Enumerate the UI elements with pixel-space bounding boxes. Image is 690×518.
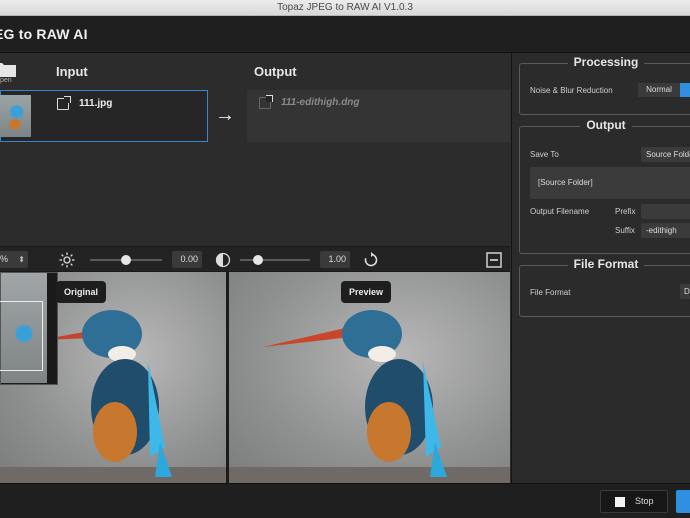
suffix-label: Suffix [615, 226, 635, 235]
output-panel: Output Save To Source Folder [Source Fol… [519, 118, 690, 254]
original-label: Original [56, 281, 107, 303]
save-folder-field[interactable]: [Source Folder] [530, 167, 690, 199]
bottom-action-bar: Stop [0, 483, 690, 518]
input-file-row[interactable]: 111.jpg [0, 90, 208, 142]
settings-sidebar: Processing Noise & Blur Reduction Normal… [511, 53, 690, 483]
original-image[interactable]: Original [0, 272, 226, 483]
stop-icon [615, 497, 625, 507]
processing-panel: Processing Noise & Blur Reduction Normal [519, 55, 690, 115]
input-filename: 111.jpg [79, 98, 113, 109]
brightness-slider-handle[interactable] [121, 255, 131, 265]
file-format-select[interactable]: D [680, 284, 690, 299]
navigator-thumbnail[interactable] [0, 272, 58, 385]
prefix-input[interactable] [641, 204, 690, 219]
brightness-icon [59, 252, 75, 268]
prefix-label: Prefix [615, 207, 636, 216]
split-view-icon[interactable] [486, 252, 502, 268]
stop-label: Stop [635, 496, 654, 506]
preview-image[interactable]: Preview [229, 272, 510, 483]
kingfisher-preview [229, 310, 510, 483]
zoom-select[interactable]: % ⬍ [0, 251, 28, 268]
app-header: EG to RAW AI [0, 16, 690, 53]
contrast-icon [215, 252, 231, 268]
noise-normal-option[interactable]: Normal [638, 83, 680, 97]
brightness-value[interactable]: 0.00 [172, 251, 202, 268]
open-external-icon [259, 95, 273, 109]
window-title: Topaz JPEG to RAW AI V1.0.3 [277, 2, 413, 13]
output-file-row: 111-edithigh.dng [247, 90, 510, 142]
noise-reduction-label: Noise & Blur Reduction [530, 86, 613, 95]
noise-high-option[interactable] [680, 83, 690, 97]
arrow-right-icon: → [215, 104, 235, 126]
processing-title: Processing [520, 55, 690, 69]
image-toolbar: % ⬍ 0.00 1.00 [0, 246, 510, 272]
image-compare-area: Original Preview [0, 272, 510, 483]
file-format-title: File Format [520, 257, 690, 271]
contrast-slider-handle[interactable] [252, 255, 263, 265]
navigator-viewport[interactable] [0, 301, 43, 371]
input-header: Input [56, 64, 88, 79]
output-filename: 111-edithigh.dng [281, 97, 360, 108]
stepper-arrows-icon: ⬍ [18, 255, 25, 264]
save-to-select[interactable]: Source Folder [641, 147, 690, 162]
start-button[interactable] [676, 490, 690, 513]
brightness-slider[interactable] [90, 255, 162, 265]
output-title: Output [520, 118, 690, 132]
save-to-label: Save To [530, 150, 559, 159]
open-external-icon[interactable] [57, 96, 71, 110]
suffix-input[interactable]: -edithigh [641, 223, 690, 238]
preview-label: Preview [341, 281, 392, 303]
stop-button[interactable]: Stop [600, 490, 668, 513]
file-format-label: File Format [530, 288, 571, 297]
zoom-value: % [0, 254, 9, 264]
main-area: pen Input Output 111.jpg → 111-edithigh.… [0, 53, 510, 483]
window-titlebar: Topaz JPEG to RAW AI V1.0.3 [0, 0, 690, 16]
folder-open-icon[interactable] [0, 61, 16, 77]
reset-icon[interactable] [363, 252, 379, 268]
io-header: pen Input Output [0, 53, 510, 90]
file-format-panel: File Format File Format D [519, 257, 690, 317]
output-header: Output [254, 64, 297, 79]
contrast-slider[interactable] [240, 255, 310, 265]
contrast-value[interactable]: 1.00 [320, 251, 350, 268]
input-thumbnail [0, 95, 31, 137]
output-filename-label: Output Filename [530, 207, 590, 216]
app-title: EG to RAW AI [0, 26, 88, 42]
open-label[interactable]: pen [0, 77, 12, 84]
